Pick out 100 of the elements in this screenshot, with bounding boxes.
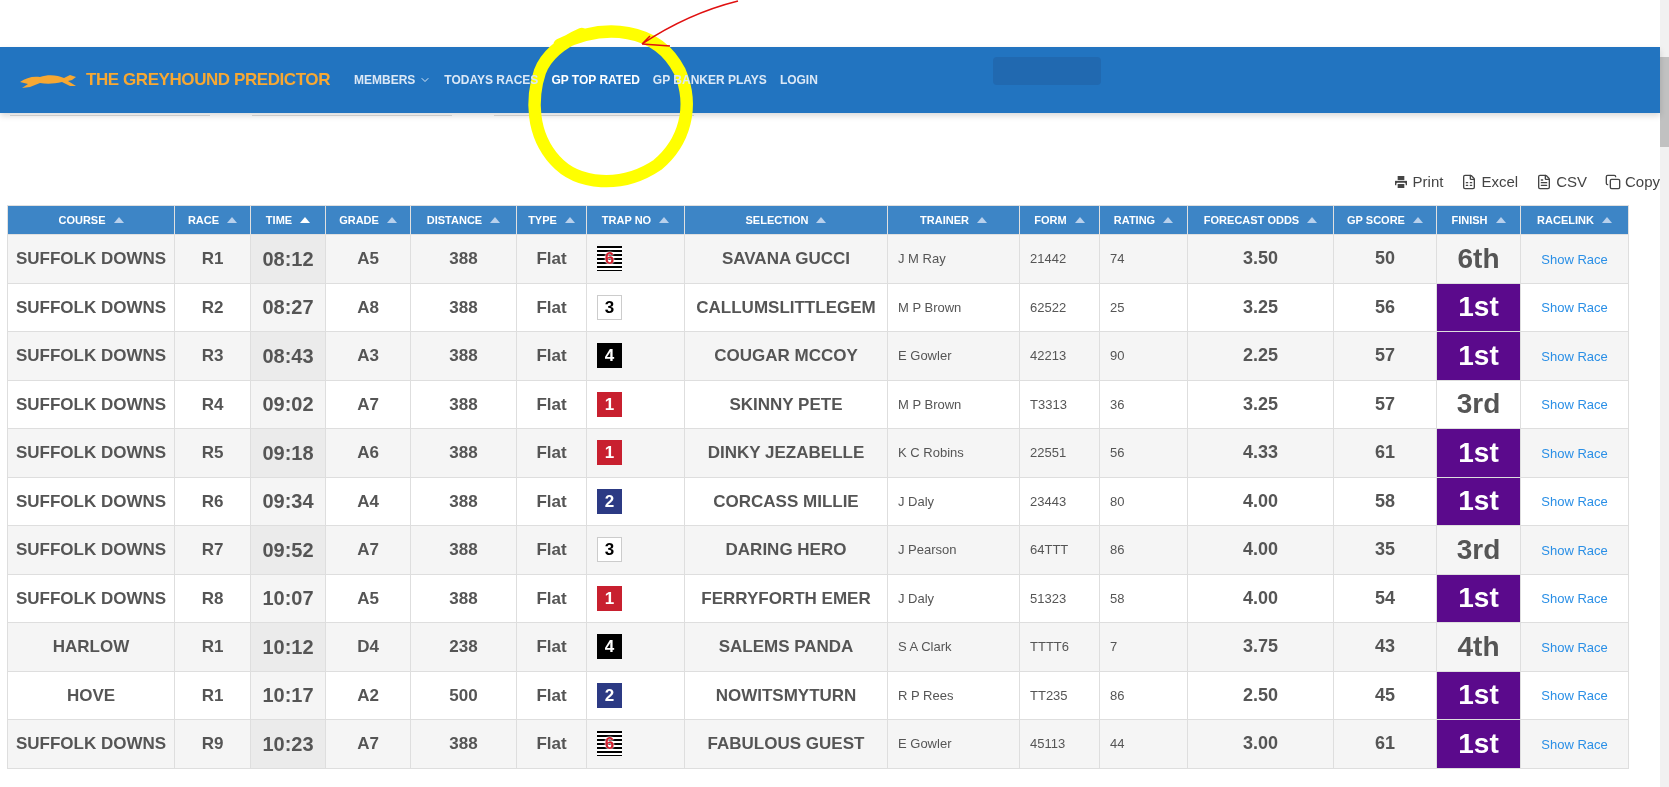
table-cell: 10:12 (250, 622, 326, 671)
sort-arrow-icon (386, 217, 397, 223)
table-cell: 45 (1333, 671, 1437, 720)
export-button[interactable]: Copy (1604, 170, 1660, 194)
table-cell: 2.50 (1187, 671, 1334, 720)
column-header[interactable]: FORECAST ODDS (1187, 205, 1334, 235)
column-header[interactable]: RACELINK (1520, 205, 1629, 235)
column-header[interactable]: SELECTION (684, 205, 888, 235)
table-cell: SUFFOLK DOWNS (7, 428, 175, 477)
table-cell: SUFFOLK DOWNS (7, 525, 175, 574)
table-cell: 21442 (1019, 234, 1100, 283)
column-header[interactable]: DISTANCE (410, 205, 517, 235)
table-cell: 3.25 (1187, 380, 1334, 429)
table-cell: A5 (325, 234, 411, 283)
table-cell: 10:17 (250, 671, 326, 720)
finish-cell: 1st (1436, 331, 1521, 380)
table-cell: 4.00 (1187, 477, 1334, 526)
table-cell: J Pearson (887, 525, 1020, 574)
table-cell: 7 (1099, 622, 1188, 671)
table-cell: J Daly (887, 574, 1020, 623)
column-header[interactable]: FINISH (1436, 205, 1521, 235)
scrollbar[interactable] (1660, 0, 1669, 787)
table-cell: 44 (1099, 719, 1188, 768)
table-cell: J Daly (887, 477, 1020, 526)
nav-link[interactable]: MEMBERS (354, 71, 432, 89)
table-cell: 08:12 (250, 234, 326, 283)
table-cell: 09:52 (250, 525, 326, 574)
table-cell: R1 (174, 234, 251, 283)
table-cell: 56 (1333, 283, 1437, 332)
table-cell: SUFFOLK DOWNS (7, 234, 175, 283)
sort-arrow-icon (1074, 217, 1085, 223)
spreadsheet-icon (1461, 174, 1478, 190)
table-cell: K C Robins (887, 428, 1020, 477)
table-cell: 08:43 (250, 331, 326, 380)
table-cell: R P Rees (887, 671, 1020, 720)
table-cell: Flat (516, 622, 587, 671)
table-cell: 42213 (1019, 331, 1100, 380)
table-cell: 388 (410, 331, 517, 380)
finish-cell: 1st (1436, 477, 1521, 526)
table-cell: 3.75 (1187, 622, 1334, 671)
table-cell: SUFFOLK DOWNS (7, 574, 175, 623)
table-cell: 86 (1099, 525, 1188, 574)
trap-number-badge: 2 (597, 488, 622, 514)
export-button[interactable]: Print (1392, 170, 1444, 194)
sort-arrow-icon (1601, 217, 1612, 223)
table-cell: 388 (410, 477, 517, 526)
table-cell: 09:18 (250, 428, 326, 477)
trap-number-badge: 1 (597, 391, 622, 417)
table-cell: DINKY JEZABELLE (684, 428, 888, 477)
table-cell: 80 (1099, 477, 1188, 526)
table-cell: R1 (174, 622, 251, 671)
table-cell: 62522 (1019, 283, 1100, 332)
table-cell: SALEMS PANDA (684, 622, 888, 671)
table-cell: A3 (325, 331, 411, 380)
table-cell: 86 (1099, 671, 1188, 720)
table-cell: 35 (1333, 525, 1437, 574)
nav-link[interactable]: GP TOP RATED (551, 71, 640, 89)
column-header[interactable]: TIME (250, 205, 326, 235)
table-cell: 61 (1333, 719, 1437, 768)
table-cell: 61 (1333, 428, 1437, 477)
table-cell: CALLUMSLITTLEGEM (684, 283, 888, 332)
sort-arrow-icon (1495, 217, 1506, 223)
sort-arrow-icon (227, 217, 238, 223)
table-cell: 74 (1099, 234, 1188, 283)
column-header[interactable]: TYPE (516, 205, 587, 235)
table-cell: Flat (516, 525, 587, 574)
column-header[interactable]: COURSE (7, 205, 175, 235)
export-button[interactable]: CSV (1536, 170, 1587, 194)
table-cell: 22551 (1019, 428, 1100, 477)
nav-link[interactable]: LOGIN (779, 71, 818, 89)
table-cell: Flat (516, 671, 587, 720)
table-cell: 4.00 (1187, 574, 1334, 623)
copy-icon (1604, 174, 1621, 190)
column-header[interactable]: TRAINER (887, 205, 1020, 235)
column-header[interactable]: TRAP NO (586, 205, 685, 235)
table-cell: 51323 (1019, 574, 1100, 623)
table-cell: 09:02 (250, 380, 326, 429)
export-button[interactable]: Excel (1461, 170, 1519, 194)
document-icon (1536, 174, 1553, 190)
table-cell: Flat (516, 331, 587, 380)
table-cell: 10:07 (250, 574, 326, 623)
table-cell: 388 (410, 574, 517, 623)
column-header[interactable]: RACE (174, 205, 251, 235)
table-cell: 3.00 (1187, 719, 1334, 768)
table-cell: R8 (174, 574, 251, 623)
column-header[interactable]: GRADE (325, 205, 411, 235)
table-cell: Flat (516, 574, 587, 623)
trap-number-badge: 4 (597, 343, 622, 369)
column-header[interactable]: RATING (1099, 205, 1188, 235)
column-header[interactable]: FORM (1019, 205, 1100, 235)
table-cell: S A Clark (887, 622, 1020, 671)
table-cell: 57 (1333, 331, 1437, 380)
table-cell: 388 (410, 283, 517, 332)
table-cell: 43 (1333, 622, 1437, 671)
table-cell: M P Brown (887, 380, 1020, 429)
table-cell: R7 (174, 525, 251, 574)
table-cell: CORCASS MILLIE (684, 477, 888, 526)
table-cell: R9 (174, 719, 251, 768)
column-header[interactable]: GP SCORE (1333, 205, 1437, 235)
table-cell: R5 (174, 428, 251, 477)
